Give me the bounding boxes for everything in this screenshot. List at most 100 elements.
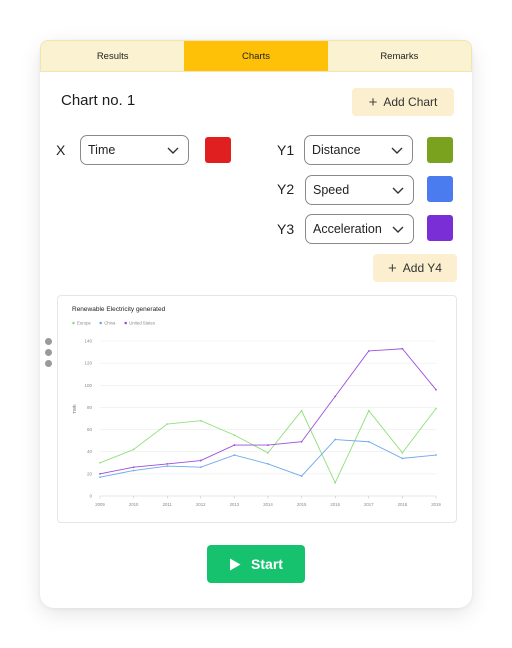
x-tick-label: 2017 [364,502,374,507]
y2-axis-select[interactable]: Speed [305,175,414,205]
tab-remarks[interactable]: Remarks [328,41,471,71]
tab-charts[interactable]: Charts [184,41,328,71]
legend-label: Europe [77,321,91,326]
data-point [233,454,236,456]
x-axis-label: X [56,142,66,158]
y2-color-swatch[interactable] [427,176,453,202]
data-point [199,466,202,469]
start-button[interactable]: Start [207,545,305,583]
data-point [435,407,437,410]
chevron-down-icon [392,187,404,194]
y-tick-labels: 0 20 40 60 80 100 120 140 [84,339,92,499]
play-icon [230,558,241,570]
y-tick-label: 140 [84,339,92,344]
chart-menu-handle[interactable] [45,338,53,367]
y-tick-label: 120 [84,361,92,366]
chart-legend: Europe China United States [72,321,155,326]
x-tick-label: 2009 [95,502,105,507]
y-tick-label: 40 [87,449,93,454]
start-label: Start [251,556,283,572]
chevron-down-icon [167,147,179,154]
handle-dot [45,349,52,356]
data-point [166,423,169,425]
y3-axis-select[interactable]: Acceleration [305,214,414,244]
data-point [367,409,370,412]
y-tick-label: 100 [84,383,92,388]
data-point [401,451,404,454]
x-axis-select-value: Time [88,143,116,157]
data-point [132,469,135,472]
handle-dot [45,338,52,345]
tab-results[interactable]: Results [41,41,184,71]
y1-color-swatch[interactable] [427,137,453,163]
data-point [199,459,202,462]
chart-series [99,347,437,484]
legend-swatch [124,321,127,325]
x-tick-label: 2013 [230,502,240,507]
x-tick-label: 2010 [129,502,139,507]
data-point [401,457,404,460]
chart-preview: Renewable Electricity generated Europe Ch… [57,295,457,523]
data-point [334,438,337,441]
add-chart-label: Add Chart [383,95,438,109]
data-point [132,466,135,469]
y3-axis-select-value: Acceleration [313,222,382,236]
y-tick-label: 0 [89,494,92,499]
y-tick-label: 60 [87,427,93,432]
legend-label: United States [129,321,155,326]
add-y4-button[interactable]: + Add Y4 [373,254,457,282]
data-point [267,451,269,454]
add-chart-button[interactable]: + Add Chart [352,88,454,116]
x-axis-select[interactable]: Time [80,135,189,165]
handle-dot [45,360,52,367]
x-tick-label: 2015 [297,502,307,507]
data-point [367,350,370,352]
series-line [99,348,437,475]
legend-label: China [104,321,116,326]
line-chart: Renewable Electricity generated Europe Ch… [72,306,441,507]
data-point [233,444,236,446]
x-tick-label: 2018 [398,502,408,507]
tab-bar: Results Charts Remarks [40,40,472,72]
chevron-down-icon [391,147,403,154]
data-point [334,395,337,398]
plus-icon: + [368,93,378,111]
data-point [267,462,269,465]
x-color-swatch[interactable] [205,137,231,163]
add-y4-label: Add Y4 [402,261,442,275]
data-point [435,454,437,456]
data-point [435,388,437,391]
x-tick-label: 2019 [431,502,441,507]
chart-grid [99,340,437,499]
y1-axis-select[interactable]: Distance [304,135,413,165]
y-tick-label: 20 [87,471,93,476]
y-axis-title: TWh [72,404,77,414]
data-point [166,465,169,468]
data-point [300,409,303,412]
data-point [99,476,101,479]
data-point [166,462,169,465]
data-point [267,444,269,446]
x-tick-labels: 2009 2010 2011 2012 2013 2014 2015 2016 2017 2018… [95,502,441,507]
data-point [401,347,404,350]
x-tick-label: 2011 [163,502,173,507]
data-point [132,448,135,451]
y1-axis-select-value: Distance [312,143,361,157]
chevron-down-icon [392,226,404,233]
legend-swatch [72,321,75,325]
chart-config-card: Results Charts Remarks Chart no. 1 + Add… [40,40,472,608]
data-point [300,440,303,443]
chart-heading: Chart no. 1 [61,92,136,109]
x-tick-label: 2014 [263,502,273,507]
legend-swatch [99,321,102,325]
y2-axis-select-value: Speed [313,183,350,197]
data-point [300,475,303,477]
y-tick-label: 80 [87,405,93,410]
x-tick-label: 2016 [330,502,340,507]
data-point [233,434,236,437]
data-point [99,461,101,464]
y3-color-swatch[interactable] [427,215,453,241]
y3-axis-label: Y3 [277,221,295,237]
data-point [99,472,101,475]
data-point [199,419,202,422]
